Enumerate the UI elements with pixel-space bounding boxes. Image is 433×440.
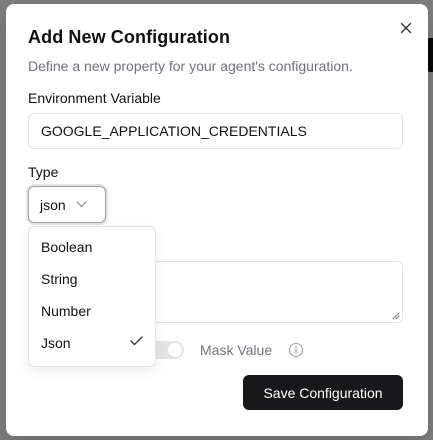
toggle-knob: [168, 343, 182, 357]
type-label: Type: [28, 164, 59, 180]
close-button[interactable]: [396, 18, 416, 38]
type-option-label: Number: [41, 303, 91, 319]
type-option-label: Boolean: [41, 239, 93, 255]
dialog-title: Add New Configuration: [28, 27, 231, 47]
type-option-number[interactable]: Number: [29, 295, 155, 327]
check-icon: [130, 336, 143, 346]
type-option-label: String: [41, 271, 78, 287]
type-option-boolean[interactable]: Boolean: [29, 231, 155, 263]
mask-value-label: Mask Value: [200, 342, 273, 358]
type-select[interactable]: json: [28, 186, 106, 223]
save-configuration-button[interactable]: Save Configuration: [243, 375, 403, 410]
environment-variable-input[interactable]: [28, 113, 403, 149]
resize-handle-icon[interactable]: [391, 311, 400, 320]
type-option-string[interactable]: String: [29, 263, 155, 295]
close-icon: [400, 22, 412, 34]
type-option-json[interactable]: Json: [29, 327, 155, 359]
type-option-label: Json: [41, 335, 71, 351]
environment-variable-label: Environment Variable: [28, 90, 161, 106]
dialog-subtitle: Define a new property for your agent's c…: [28, 58, 353, 74]
type-dropdown-menu: Boolean String Number Json: [28, 226, 156, 367]
chevron-down-icon: [76, 201, 87, 208]
type-select-value: json: [40, 196, 66, 213]
info-icon[interactable]: [288, 342, 304, 358]
add-configuration-dialog: Add New Configuration Define a new prope…: [6, 4, 428, 436]
